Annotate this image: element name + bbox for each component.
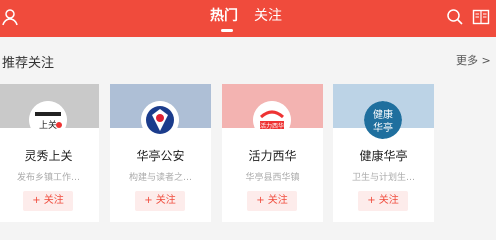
tab-bar: 热门 关注: [210, 7, 282, 32]
more-link[interactable]: 更多 >: [456, 52, 491, 68]
tab-hot[interactable]: 热门: [210, 7, 238, 32]
top-nav-bar: 热门 关注: [0, 0, 496, 37]
account-name: 灵秀上关: [24, 149, 73, 163]
news-icon[interactable]: [472, 8, 490, 30]
recommend-section-header: 推荐关注 更多 >: [0, 37, 496, 83]
account-avatar: 上关: [29, 101, 67, 139]
account-desc: 卫生与计划生…: [351, 173, 415, 183]
tab-hot-label: 热门: [210, 8, 238, 24]
account-avatar: 活力西华: [253, 101, 291, 139]
account-name: 华亭公安: [136, 149, 185, 163]
account-avatar: [141, 101, 179, 139]
follow-button[interactable]: + 关注: [358, 191, 408, 211]
account-avatar: 健康 华亭: [364, 101, 402, 139]
avatar-lettering: 健康: [373, 108, 393, 121]
tab-follow-label: 关注: [254, 8, 282, 24]
account-desc: 发布乡镇工作…: [16, 173, 80, 183]
account-card[interactable]: 活力西华 活力西华 华亭县西华镇 + 关注: [222, 84, 323, 222]
avatar-lettering: 活力西华: [260, 122, 284, 130]
active-tab-indicator: [221, 29, 233, 32]
follow-button[interactable]: + 关注: [135, 191, 185, 211]
avatar-lettering: 上关: [39, 119, 57, 131]
account-card[interactable]: 华亭公安 构建与读者之… + 关注: [110, 84, 211, 222]
follow-button[interactable]: + 关注: [247, 191, 297, 211]
follow-button[interactable]: + 关注: [23, 191, 73, 211]
account-card[interactable]: 上关 灵秀上关 发布乡镇工作… + 关注: [0, 84, 99, 222]
svg-text:华亭: 华亭: [373, 121, 393, 134]
account-desc: 华亭县西华镇: [245, 173, 300, 183]
account-name: 健康华亭: [359, 149, 408, 163]
user-icon[interactable]: [2, 8, 18, 30]
account-card[interactable]: 健康 华亭 健康华亭 卫生与计划生… + 关注: [333, 84, 434, 222]
section-title: 推荐关注: [2, 56, 55, 71]
account-desc: 构建与读者之…: [128, 173, 192, 183]
tab-follow[interactable]: 关注: [254, 7, 282, 25]
account-name: 活力西华: [248, 149, 297, 163]
recommend-cards: 上关 灵秀上关 发布乡镇工作… + 关注 华亭公安 构建与读者之… + 关注 活…: [0, 84, 496, 222]
search-icon[interactable]: [446, 8, 464, 30]
